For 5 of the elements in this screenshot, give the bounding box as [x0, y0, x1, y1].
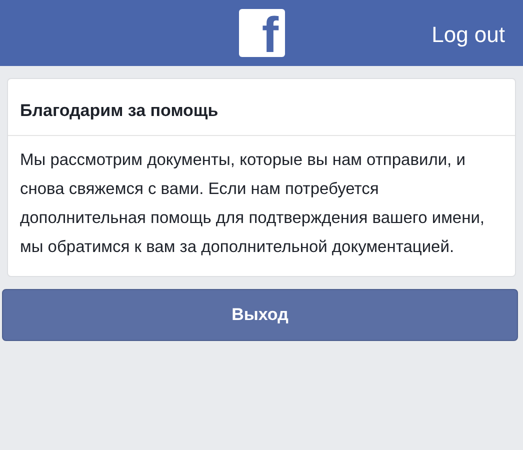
card-message: Мы рассмотрим документы, которые вы нам отправили, и снова свяжемся с вами. Если нам потребуется дополнительная помощь для подтверждения вашего имени, мы обратимся к вам за дополнительной документацией. [19, 150, 486, 258]
logout-link[interactable]: Log out [432, 22, 505, 48]
exit-button[interactable]: Выход [2, 289, 518, 341]
logo: f [238, 9, 284, 57]
card-title: Благодарим за помощь [8, 79, 515, 136]
